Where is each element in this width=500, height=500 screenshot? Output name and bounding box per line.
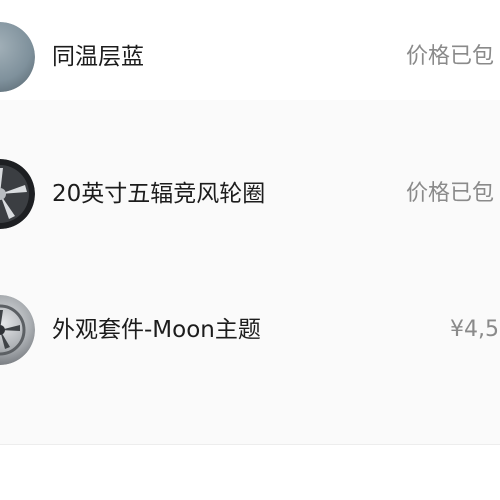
exterior-kit-icon [0, 295, 35, 365]
paint-color-swatch-icon [0, 22, 35, 92]
list-item-color[interactable]: 同温层蓝 价格已包 [0, 17, 500, 97]
list-item-wheel[interactable]: 20英寸五辐竞风轮圈 价格已包 [0, 154, 500, 234]
item-price: ¥4,5 [450, 317, 499, 342]
item-price: 价格已包 [406, 181, 495, 206]
list-item-exterior-kit[interactable]: 外观套件-Moon主题 ¥4,5 [0, 290, 500, 370]
item-name: 同温层蓝 [52, 44, 144, 70]
item-price: 价格已包 [406, 44, 495, 69]
list-divider [0, 444, 500, 445]
item-name: 外观套件-Moon主题 [52, 317, 261, 343]
bottom-background [0, 445, 500, 500]
list-background [0, 100, 500, 445]
wheel-rim-icon [0, 159, 35, 229]
item-name: 20英寸五辐竞风轮圈 [52, 181, 266, 207]
option-list-page: 同温层蓝 价格已包 20英寸五辐竞风轮圈 价格已包 外观套件-Moon主题 ¥4… [0, 0, 500, 500]
